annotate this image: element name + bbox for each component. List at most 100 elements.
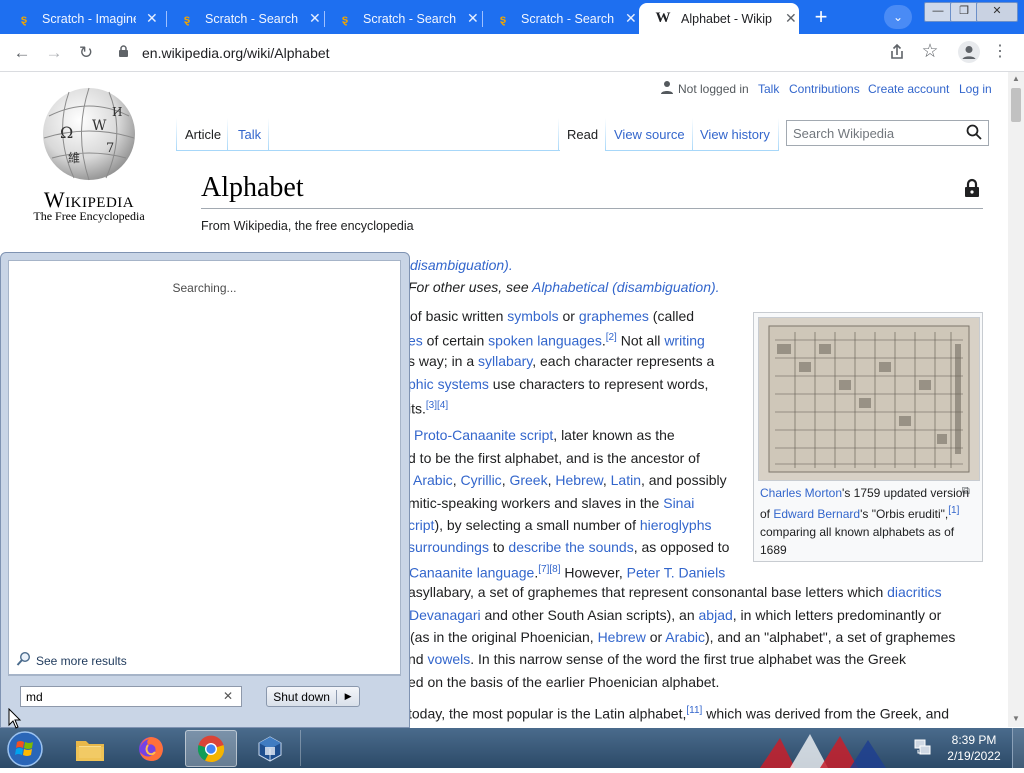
profile-avatar-icon[interactable] — [958, 41, 980, 63]
script-link[interactable]: cript — [408, 517, 434, 533]
tab-article[interactable]: Article — [185, 127, 221, 142]
wikipedia-tab-icon: W — [655, 10, 671, 26]
syllabary-link[interactable]: syllabary — [478, 353, 532, 369]
citation-link[interactable]: [2] — [606, 332, 617, 343]
symbols-link[interactable]: symbols — [507, 308, 558, 324]
shut-down-button[interactable]: Shut down ▶ — [266, 686, 360, 707]
windows-start-orb[interactable] — [6, 730, 44, 768]
phonemes-link[interactable]: es — [408, 333, 423, 349]
scroll-down-arrow-icon[interactable]: ▼ — [1008, 712, 1024, 726]
tab-scratch-search-3[interactable]: ȿ Scratch - Search ✕ — [479, 3, 639, 34]
vowels-link[interactable]: vowels — [427, 651, 470, 667]
show-desktop-button[interactable] — [1012, 728, 1024, 768]
arabic-link[interactable]: Arabic — [413, 472, 453, 488]
page-scrollbar[interactable] — [1008, 72, 1024, 727]
tab-divider — [778, 118, 779, 151]
charles-morton-link[interactable]: Charles Morton — [760, 486, 842, 500]
wikipedia-globe-logo[interactable]: Ω W И 維 7 — [34, 86, 144, 184]
orbis-eruditi-image[interactable] — [758, 317, 980, 481]
citation-link[interactable]: [11] — [686, 705, 702, 716]
kebab-menu-icon[interactable]: ⋮ — [992, 41, 1008, 63]
taskbar-firefox[interactable] — [125, 730, 177, 767]
surroundings-link[interactable]: surroundings — [408, 539, 489, 555]
tab-divider — [176, 118, 177, 151]
user-icon — [660, 80, 674, 100]
peter-t-daniels-link[interactable]: Peter T. Daniels — [627, 565, 726, 581]
arabic-link-2[interactable]: Arabic — [665, 629, 705, 645]
tab-view-source[interactable]: View source — [614, 127, 685, 142]
search-icon[interactable] — [966, 124, 982, 143]
cyrillic-link[interactable]: Cyrillic — [460, 472, 501, 488]
protected-lock-icon[interactable] — [962, 178, 982, 198]
network-tray-icon[interactable] — [914, 738, 932, 756]
graphemes-link[interactable]: graphemes — [579, 308, 649, 324]
sinai-link[interactable]: Sinai — [663, 495, 694, 511]
taskbar-clock[interactable]: 8:39 PM 2/19/2022 — [942, 732, 1006, 764]
devanagari-link[interactable]: Devanagari — [409, 607, 481, 623]
new-tab-icon[interactable]: + — [807, 6, 835, 30]
wikipedia-tagline: The Free Encyclopedia — [33, 209, 145, 223]
minimize-window-icon[interactable]: — — [924, 2, 952, 22]
restore-window-icon[interactable]: ❐ — [950, 2, 978, 22]
hatnote-link[interactable]: disambiguation). — [410, 254, 513, 277]
reload-icon[interactable]: ↻ — [73, 40, 99, 66]
share-icon[interactable] — [888, 43, 908, 63]
tab-wikipedia-alphabet[interactable]: W Alphabet - Wikip ✕ — [639, 3, 799, 34]
edward-bernard-link[interactable]: Edward Bernard — [773, 507, 860, 521]
tab-divider — [605, 118, 606, 151]
see-more-results-link[interactable]: See more results — [16, 651, 127, 670]
close-tab-icon[interactable]: ✕ — [467, 10, 479, 27]
citation-link[interactable]: [1] — [948, 505, 959, 516]
diacritics-link[interactable]: diacritics — [887, 584, 941, 600]
svg-text:И: И — [112, 105, 122, 119]
scrollbar-thumb[interactable] — [1011, 88, 1021, 122]
wikipedia-search-input[interactable]: Search Wikipedia — [786, 120, 989, 146]
close-tab-icon[interactable]: ✕ — [785, 10, 797, 27]
tab-read[interactable]: Read — [567, 127, 598, 142]
clear-search-icon[interactable]: ✕ — [223, 689, 233, 703]
create-account-link[interactable]: Create account — [868, 82, 949, 96]
hebrew-link[interactable]: Hebrew — [555, 472, 602, 488]
writing-link[interactable]: writing — [664, 333, 704, 349]
start-search-input[interactable]: md ✕ — [20, 686, 242, 707]
spoken-languages-link[interactable]: spoken languages — [488, 333, 602, 349]
tab-search-chevron-icon[interactable]: ⌄ — [884, 5, 912, 29]
greek-link[interactable]: Greek — [509, 472, 547, 488]
contributions-link[interactable]: Contributions — [789, 82, 860, 96]
taskbar-chrome[interactable] — [185, 730, 237, 767]
scroll-up-arrow-icon[interactable]: ▲ — [1008, 72, 1024, 86]
start-menu-divider — [8, 675, 401, 676]
canaanite-language-link[interactable]: Canaanite language — [409, 565, 534, 581]
bookmark-star-icon[interactable]: ☆ — [919, 41, 941, 63]
close-tab-icon[interactable]: ✕ — [309, 10, 321, 27]
body-text-line: phic systems use characters to represent… — [408, 376, 709, 392]
tab-scratch-search-1[interactable]: ȿ Scratch - Search ✕ — [163, 3, 325, 34]
mouse-cursor-icon — [8, 707, 22, 730]
image-caption: Charles Morton's 1759 updated version of… — [760, 486, 970, 557]
describe-the-sounds-link[interactable]: describe the sounds — [508, 539, 633, 555]
citation-link[interactable]: [7][8] — [538, 564, 560, 575]
back-arrow-icon[interactable]: ← — [9, 40, 35, 66]
taskbar-virtualbox[interactable] — [244, 730, 296, 767]
alphabetical-disambiguation-link[interactable]: Alphabetical (disambiguation). — [532, 279, 720, 295]
tab-talk[interactable]: Talk — [238, 127, 261, 142]
close-tab-icon[interactable]: ✕ — [146, 10, 158, 27]
shutdown-options-arrow-icon[interactable]: ▶ — [337, 691, 359, 702]
logographic-systems-link[interactable]: phic systems — [408, 376, 489, 392]
tab-scratch-search-2[interactable]: ȿ Scratch - Search ✕ — [321, 3, 483, 34]
close-window-icon[interactable]: ✕ — [976, 2, 1018, 22]
hieroglyphs-link[interactable]: hieroglyphs — [640, 517, 712, 533]
taskbar-file-explorer[interactable] — [64, 730, 116, 767]
tab-scratch-imagine[interactable]: ȿ Scratch - Imagine ✕ — [0, 3, 167, 34]
talk-link[interactable]: Talk — [758, 82, 779, 96]
abjad-link[interactable]: abjad — [699, 607, 733, 623]
close-tab-icon[interactable]: ✕ — [625, 10, 637, 27]
tab-view-history[interactable]: View history — [700, 127, 770, 142]
forward-arrow-icon[interactable]: → — [41, 40, 67, 66]
hebrew-link-2[interactable]: Hebrew — [598, 629, 646, 645]
proto-canaanite-script-link[interactable]: Proto-Canaanite script — [414, 427, 553, 443]
citation-link[interactable]: [3][4] — [426, 400, 448, 411]
address-bar[interactable]: en.wikipedia.org/wiki/Alphabet — [110, 39, 950, 66]
log-in-link[interactable]: Log in — [959, 82, 992, 96]
latin-link[interactable]: Latin — [611, 472, 641, 488]
